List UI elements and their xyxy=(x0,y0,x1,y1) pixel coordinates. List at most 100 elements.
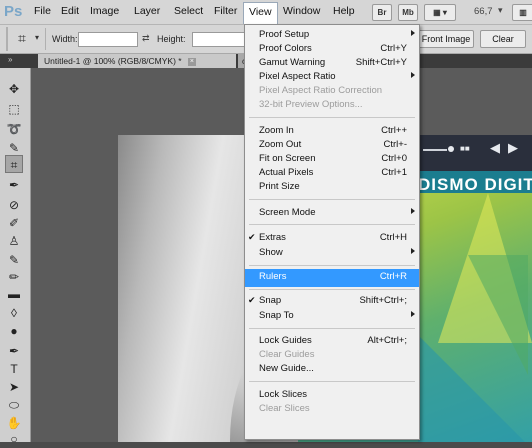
menuitem-label: Show xyxy=(259,247,283,258)
crop-tool-selected-icon[interactable]: ⌗ xyxy=(5,155,23,173)
menuitem-screen-mode[interactable]: Screen Mode xyxy=(245,205,419,223)
menu-filter[interactable]: Filter xyxy=(214,5,237,17)
zoom-tool-icon[interactable]: ○ xyxy=(5,430,23,448)
path-selection-tool-icon[interactable]: ➤ xyxy=(5,378,23,396)
panel-collapse-icon[interactable]: » xyxy=(8,55,12,64)
ad-headline: DISMO DIGITA xyxy=(418,175,532,194)
menuitem-label: Gamut Warning xyxy=(259,57,326,68)
arrange-documents-button[interactable]: ▥ xyxy=(512,4,532,21)
clear-button[interactable]: Clear xyxy=(480,30,526,48)
checkmark-icon: ✔ xyxy=(248,295,256,305)
document-tab[interactable]: Untitled-1 @ 100% (RGB/8/CMYK) * × xyxy=(38,54,236,68)
menuitem-label: Snap To xyxy=(259,310,294,321)
menuitem-32bit-preview[interactable]: 32-bit Preview Options... xyxy=(245,97,419,115)
minibridge-button[interactable]: Mb xyxy=(398,4,418,21)
chevron-down-icon[interactable]: ▾ xyxy=(498,5,503,16)
menuitem-label: Proof Colors xyxy=(259,43,312,54)
type-tool-icon[interactable]: T xyxy=(5,360,23,378)
menu-separator xyxy=(249,289,415,290)
menuitem-show[interactable]: Show xyxy=(245,245,419,263)
menuitem-label: Lock Guides xyxy=(259,335,312,346)
menuitem-label: Pixel Aspect Ratio xyxy=(259,71,336,82)
menuitem-label: Print Size xyxy=(259,181,300,192)
shortcut-label: Ctrl+1 xyxy=(381,167,407,178)
menuitem-label: Zoom Out xyxy=(259,139,302,150)
options-grip xyxy=(6,27,8,51)
menu-layer[interactable]: Layer xyxy=(134,5,160,17)
ad-prev-icon: ◀ xyxy=(490,140,500,155)
submenu-arrow-icon xyxy=(411,311,415,317)
bridge-button[interactable]: Br xyxy=(372,4,392,21)
menuitem-label: Zoom In xyxy=(259,125,294,136)
close-icon[interactable]: × xyxy=(187,57,196,66)
submenu-arrow-icon xyxy=(411,72,415,78)
history-brush-tool-icon[interactable]: ✎ xyxy=(5,251,23,269)
gradient-tool-icon[interactable]: ▬ xyxy=(5,285,23,303)
lasso-tool-icon[interactable]: ➰ xyxy=(5,120,23,138)
menu-select[interactable]: Select xyxy=(174,5,203,17)
swap-dimensions-icon[interactable]: ⇄ xyxy=(142,33,150,44)
menuitem-rulers[interactable]: Rulers Ctrl+R xyxy=(245,269,419,287)
shortcut-label: Ctrl+R xyxy=(379,271,407,282)
width-label: Width: xyxy=(52,34,78,44)
arrange-icon: ▥ xyxy=(519,8,527,17)
clone-stamp-tool-icon[interactable]: ♙ xyxy=(5,232,23,250)
view-extras-dropdown[interactable]: ▦ ▾ xyxy=(424,4,456,21)
eyedropper-tool-icon[interactable]: ✒ xyxy=(5,176,23,194)
menuitem-label: Clear Guides xyxy=(259,349,315,360)
menuitem-label: Proof Setup xyxy=(259,29,310,40)
dodge-tool-icon[interactable]: ● xyxy=(5,322,23,340)
shortcut-label: Ctrl+Y xyxy=(380,43,407,54)
submenu-arrow-icon xyxy=(411,248,415,254)
photoshop-logo: Ps xyxy=(4,3,23,20)
menuitem-label: Screen Mode xyxy=(259,207,316,218)
menuitem-clear-slices[interactable]: Clear Slices xyxy=(245,401,419,419)
divider xyxy=(45,28,46,50)
height-input[interactable] xyxy=(192,32,246,47)
blur-tool-icon[interactable]: ◊ xyxy=(5,304,23,322)
menu-image[interactable]: Image xyxy=(90,5,119,17)
ad-pause-icon: ■■ xyxy=(460,144,470,153)
menu-view[interactable]: View xyxy=(243,2,278,24)
menuitem-new-guide[interactable]: New Guide... xyxy=(245,361,419,379)
width-input[interactable] xyxy=(78,32,138,47)
menu-separator xyxy=(249,328,415,329)
ad-slider-track xyxy=(423,149,447,151)
submenu-arrow-icon xyxy=(411,30,415,36)
menu-separator xyxy=(249,117,415,118)
move-tool-icon[interactable]: ✥ xyxy=(5,80,23,98)
menuitem-label: Lock Slices xyxy=(259,389,308,400)
menu-separator xyxy=(249,199,415,200)
shortcut-label: Alt+Ctrl+; xyxy=(367,335,407,346)
front-image-button[interactable]: Front Image xyxy=(418,30,474,48)
submenu-arrow-icon xyxy=(411,208,415,214)
grid-icon: ▦ ▾ xyxy=(433,8,447,17)
shortcut-label: Shift+Ctrl+Y xyxy=(355,57,407,68)
shortcut-label: Ctrl+0 xyxy=(381,153,407,164)
shortcut-label: Shift+Ctrl+; xyxy=(359,295,407,306)
menuitem-print-size[interactable]: Print Size xyxy=(245,179,419,197)
menuitem-label: Extras xyxy=(259,232,286,243)
checkmark-icon: ✔ xyxy=(248,232,256,242)
menuitem-label: Snap xyxy=(259,295,282,306)
shortcut-label: Ctrl+H xyxy=(379,232,407,243)
menuitem-snap-to[interactable]: Snap To xyxy=(245,308,419,326)
shortcut-label: Ctrl++ xyxy=(381,125,407,136)
tool-preset-chevron-icon[interactable]: ▾ xyxy=(35,33,39,42)
healing-brush-tool-icon[interactable]: ⊘ xyxy=(5,196,23,214)
menu-window[interactable]: Window xyxy=(283,5,320,17)
crop-tool-icon[interactable]: ⌗ xyxy=(18,30,26,47)
menuitem-label: Clear Slices xyxy=(259,403,310,414)
shape-tool-icon[interactable]: ⬭ xyxy=(5,396,23,414)
eraser-tool-icon[interactable]: ✏ xyxy=(5,268,23,286)
menu-file[interactable]: File xyxy=(34,5,51,17)
pen-tool-icon[interactable]: ✒ xyxy=(5,342,23,360)
zoom-level[interactable]: 66,7 xyxy=(474,6,493,17)
brush-tool-icon[interactable]: ✐ xyxy=(5,214,23,232)
menuitem-label: Fit on Screen xyxy=(259,153,316,164)
menu-edit[interactable]: Edit xyxy=(61,5,79,17)
menu-separator xyxy=(249,381,415,382)
marquee-tool-icon[interactable]: ⬚ xyxy=(5,100,23,118)
menu-help[interactable]: Help xyxy=(333,5,355,17)
menu-separator xyxy=(249,265,415,266)
